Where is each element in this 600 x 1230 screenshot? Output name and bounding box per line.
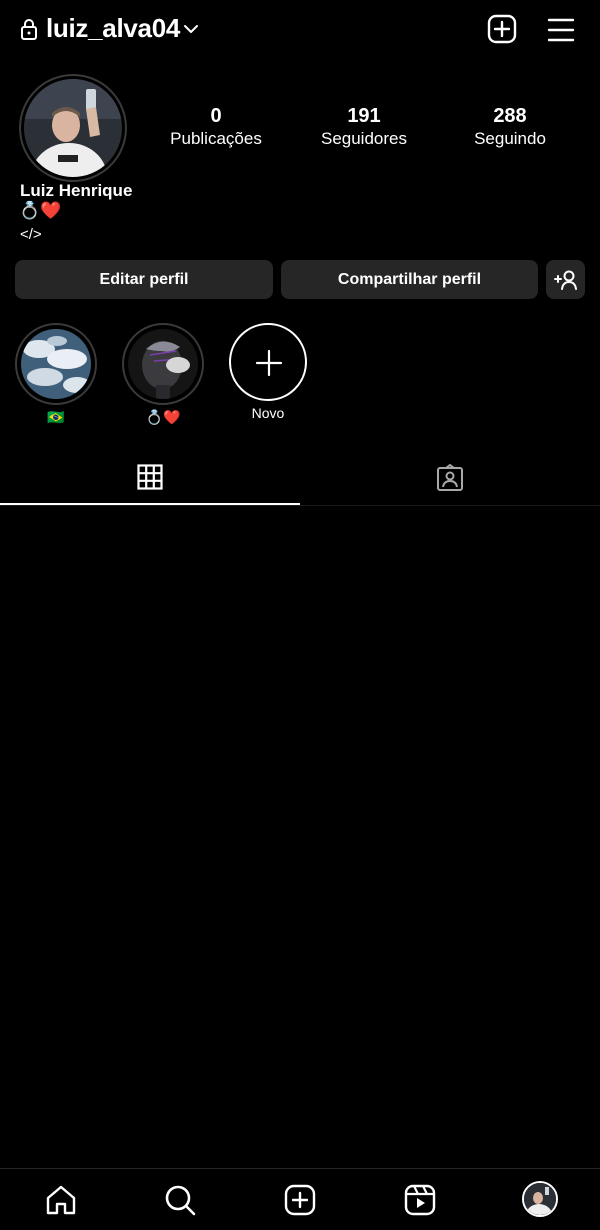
highlight-label: 🇧🇷: [47, 409, 65, 425]
share-profile-button[interactable]: Compartilhar perfil: [281, 260, 538, 299]
highlight-cover: [21, 329, 91, 399]
discover-people-button[interactable]: [546, 260, 585, 299]
tagged-icon: [437, 464, 463, 491]
followers-label: Seguidores: [320, 129, 407, 148]
following-label: Seguindo: [474, 129, 546, 148]
avatar[interactable]: [24, 79, 122, 177]
menu-icon[interactable]: [547, 17, 575, 43]
chevron-down-icon[interactable]: [182, 20, 200, 38]
posts-label: Publicações: [170, 129, 262, 148]
profile-header: luiz_alva04: [0, 0, 600, 60]
highlight-new[interactable]: Novo: [226, 323, 310, 421]
profile-tab-avatar[interactable]: [522, 1181, 558, 1217]
profile-full-name: Luiz Henrique: [20, 181, 133, 200]
new-highlight-ring: [229, 323, 307, 401]
bio-line-2: </>: [20, 226, 42, 243]
edit-profile-button[interactable]: Editar perfil: [15, 260, 273, 299]
create-post-icon[interactable]: [487, 14, 517, 44]
plus-icon: [255, 349, 283, 377]
posts-count: 0: [210, 105, 222, 127]
bottom-navigation: [0, 1168, 600, 1230]
reels-icon[interactable]: [403, 1183, 437, 1217]
add-person-icon: [554, 270, 577, 290]
following-count: 288: [493, 105, 527, 127]
username-switcher[interactable]: luiz_alva04: [46, 13, 180, 44]
tab-posts-grid[interactable]: [0, 448, 300, 505]
highlight-brazil[interactable]: 🇧🇷: [14, 323, 98, 426]
posts-grid-empty: [0, 506, 600, 1168]
home-icon[interactable]: [44, 1183, 78, 1217]
create-icon[interactable]: [283, 1183, 317, 1217]
highlight-ring: [15, 323, 97, 405]
tab-tagged[interactable]: [300, 448, 600, 505]
highlight-cover: [128, 329, 198, 399]
highlight-ring: [122, 323, 204, 405]
grid-icon: [137, 464, 163, 490]
followers-count: 191: [347, 105, 381, 127]
stat-followers[interactable]: 191 Seguidores: [308, 104, 420, 150]
stat-following[interactable]: 288 Seguindo: [455, 104, 565, 150]
lock-icon: [21, 19, 37, 40]
avatar: [524, 1183, 556, 1215]
highlight-ring-heart[interactable]: 💍❤️: [121, 323, 205, 426]
highlight-label: 💍❤️: [145, 409, 181, 425]
avatar-photo: [24, 79, 122, 177]
search-icon[interactable]: [163, 1183, 197, 1217]
highlight-label: Novo: [251, 405, 285, 421]
bio-line-1: 💍❤️: [19, 201, 62, 220]
stat-posts[interactable]: 0 Publicações: [160, 104, 272, 150]
